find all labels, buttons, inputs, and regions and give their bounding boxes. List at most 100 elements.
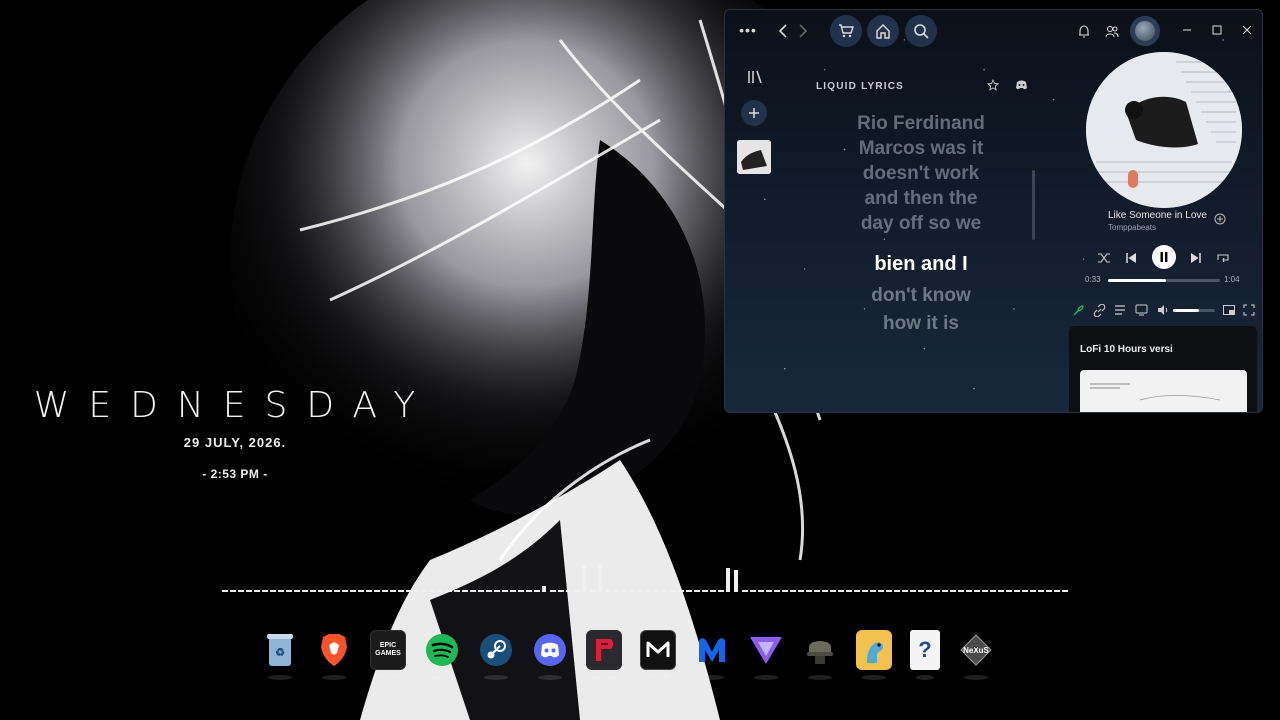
recycle-bin-icon[interactable]: ♻ — [262, 630, 298, 680]
link-icon[interactable] — [1091, 302, 1107, 318]
visualizer-bar — [454, 590, 460, 592]
visualizer-bar — [990, 590, 996, 592]
visualizer-bar — [774, 590, 780, 592]
nexus-icon[interactable]: NeXuS — [958, 630, 994, 680]
fullscreen-icon[interactable] — [1241, 302, 1257, 318]
album-art[interactable] — [1086, 52, 1242, 208]
user-avatar[interactable] — [1130, 16, 1160, 46]
visualizer-bar — [982, 590, 988, 592]
visualizer-bar — [294, 590, 300, 592]
elapsed-time: 0:33 — [1085, 275, 1101, 284]
visualizer-bar — [974, 590, 980, 592]
visualizer-bar — [694, 590, 700, 592]
brave-icon[interactable] — [316, 630, 352, 680]
lyric-line-active[interactable]: bien and I — [835, 252, 1007, 277]
volume-slider[interactable] — [1173, 309, 1215, 312]
visualizer-bar — [830, 590, 836, 592]
playback-progress-fill — [1108, 279, 1167, 282]
volume-icon[interactable] — [1155, 302, 1171, 318]
friend-activity-icon[interactable] — [1105, 24, 1119, 38]
proton-vpn-icon[interactable] — [748, 630, 784, 680]
visualizer-bar — [654, 590, 660, 592]
queue-card-title: LoFi 10 Hours versi — [1080, 344, 1173, 355]
visualizer-bar — [286, 590, 292, 592]
visualizer-bar — [1062, 590, 1068, 592]
lyric-line[interactable]: Marcos was it — [835, 136, 1007, 161]
unknown-file-icon[interactable]: ? — [910, 630, 940, 680]
search-icon[interactable] — [905, 15, 937, 47]
visualizer-bar — [622, 590, 628, 592]
game-dinosaur-icon[interactable] — [856, 630, 892, 680]
back-arrow-icon[interactable] — [775, 22, 791, 40]
visualizer-bar — [558, 590, 564, 592]
visualizer-bar — [230, 590, 236, 592]
visualizer-bar — [1038, 590, 1044, 592]
lyrics-scrollbar[interactable] — [1032, 170, 1035, 240]
volume-slider-fill — [1173, 309, 1200, 312]
visualizer-bar — [1054, 590, 1060, 592]
pubg-icon[interactable] — [802, 630, 838, 680]
home-icon[interactable] — [867, 15, 899, 47]
unknown-file-glyph: ? — [918, 637, 932, 662]
visualizer-bar — [470, 590, 476, 592]
minimize-window-icon[interactable] — [1181, 24, 1193, 36]
visualizer-bar — [342, 590, 348, 592]
maximize-window-icon[interactable] — [1211, 24, 1223, 36]
epic-games-icon[interactable]: EPIC GAMES — [370, 630, 406, 679]
parsec-icon[interactable] — [586, 630, 622, 680]
time-label: - 2:53 PM - — [202, 467, 268, 481]
notifications-bell-icon[interactable] — [1077, 24, 1091, 38]
next-track-icon[interactable] — [1188, 250, 1204, 266]
svg-text:♻: ♻ — [275, 647, 285, 659]
track-title[interactable]: Like Someone in Love — [1108, 210, 1207, 221]
visualizer-bar — [358, 590, 364, 592]
visualizer-bar — [966, 590, 972, 592]
favorite-star-icon[interactable] — [986, 78, 1000, 92]
lyrics-upcoming-lines: don't know how it is — [835, 282, 1007, 338]
visualizer-bar — [430, 590, 436, 592]
forward-arrow-icon[interactable] — [795, 22, 811, 40]
lyric-line[interactable]: Rio Ferdinand — [835, 111, 1007, 136]
lyric-line[interactable]: how it is — [835, 310, 1007, 338]
repeat-icon[interactable] — [1215, 250, 1231, 266]
visualizer-bar — [590, 590, 596, 592]
malwarebytes-icon[interactable] — [694, 630, 730, 680]
discord-share-icon[interactable] — [1014, 78, 1028, 92]
visualizer-bar — [670, 590, 676, 592]
shuffle-icon[interactable] — [1096, 250, 1112, 266]
lyrics-toggle-icon[interactable] — [1070, 302, 1086, 318]
visualizer-bar — [838, 590, 844, 592]
add-to-library-icon[interactable] — [1213, 212, 1227, 226]
visualizer-bar — [302, 590, 308, 592]
connect-device-icon[interactable] — [1133, 302, 1149, 318]
lyrics-past-lines: Rio Ferdinand Marcos was it doesn't work… — [835, 111, 1007, 236]
spotify-icon[interactable] — [424, 630, 460, 680]
lyric-line[interactable]: day off so we — [835, 211, 1007, 236]
previous-track-icon[interactable] — [1123, 250, 1139, 266]
discord-icon[interactable] — [532, 630, 568, 680]
visualizer-bar — [238, 590, 244, 592]
visualizer-bar — [310, 590, 316, 592]
play-pause-button[interactable] — [1152, 245, 1176, 269]
visualizer-bar — [814, 590, 820, 592]
queue-icon[interactable] — [1112, 302, 1128, 318]
close-window-icon[interactable] — [1241, 24, 1253, 36]
create-playlist-button[interactable] — [741, 100, 767, 126]
mini-player-icon[interactable] — [1221, 302, 1237, 318]
visualizer-bar — [638, 590, 644, 592]
track-artist[interactable]: Tomppabeats — [1108, 223, 1156, 232]
more-options-icon[interactable]: ••• — [737, 22, 759, 38]
queue-card[interactable]: LoFi 10 Hours versi — [1069, 326, 1257, 412]
visualizer-bar — [518, 590, 524, 592]
lyric-line[interactable]: doesn't work — [835, 161, 1007, 186]
your-library-icon[interactable] — [745, 68, 765, 86]
playlist-thumbnail[interactable] — [737, 140, 771, 174]
mega-icon[interactable] — [640, 630, 676, 679]
steam-icon[interactable] — [478, 630, 514, 680]
visualizer-bar — [438, 590, 444, 592]
lyric-line[interactable]: and then the — [835, 186, 1007, 211]
playback-progress-bar[interactable] — [1108, 279, 1220, 282]
lyric-line[interactable]: don't know — [835, 282, 1007, 310]
visualizer-bar — [494, 590, 500, 592]
marketplace-cart-icon[interactable] — [830, 15, 862, 47]
